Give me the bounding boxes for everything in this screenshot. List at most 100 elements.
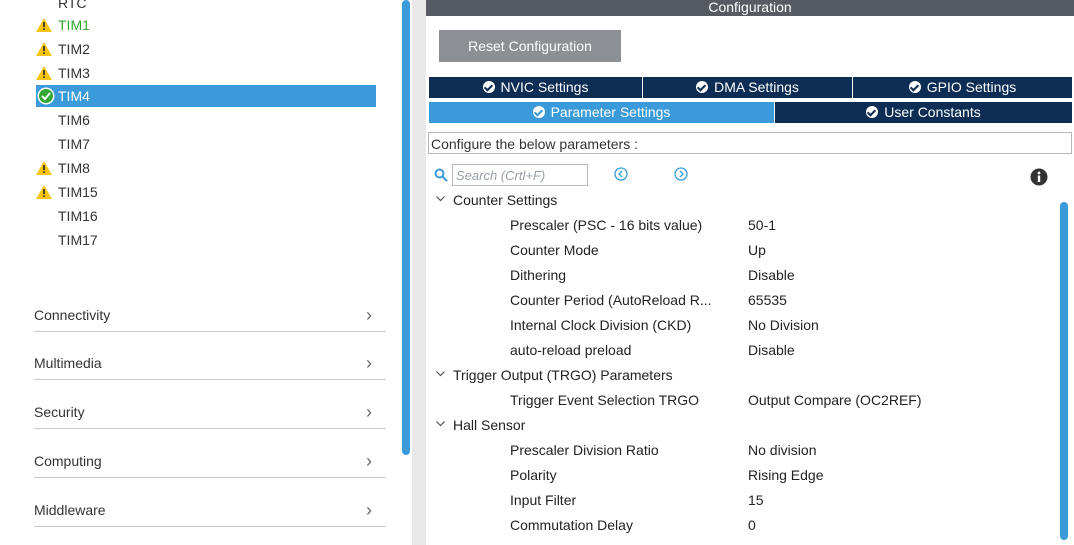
group-title: Trigger Output (TRGO) Parameters (453, 367, 673, 383)
check-circle-icon (908, 81, 921, 93)
check-circle-icon (532, 106, 545, 118)
param-value: 15 (748, 492, 764, 508)
category-multimedia[interactable]: Multimedia › (34, 351, 386, 380)
chevron-right-icon: › (366, 451, 372, 471)
next-result-icon[interactable] (674, 167, 688, 181)
tab-dma-settings[interactable]: DMA Settings (643, 77, 853, 98)
search-icon[interactable] (434, 168, 448, 182)
tab-label: Parameter Settings (550, 104, 671, 120)
param-value: Disable (748, 267, 795, 283)
param-name: Commutation Delay (510, 517, 633, 533)
category-label: Middleware (34, 502, 106, 518)
chevron-right-icon: › (366, 500, 372, 520)
category-label: Security (34, 404, 85, 420)
tab-label: User Constants (884, 104, 981, 120)
tab-nvic-settings[interactable]: NVIC Settings (429, 77, 643, 98)
warning-icon (36, 18, 52, 32)
category-label: Multimedia (34, 355, 102, 371)
param-name: Trigger Event Selection TRGO (510, 392, 700, 408)
tab-label: DMA Settings (714, 79, 799, 95)
param-name: Prescaler Division Ratio (510, 442, 659, 458)
tab-gpio-settings[interactable]: GPIO Settings (853, 77, 1072, 98)
tab-label: NVIC Settings (500, 79, 589, 95)
tab-parameter-settings[interactable]: Parameter Settings (429, 102, 775, 123)
tree-item-tim8[interactable]: TIM8 (36, 157, 376, 179)
param-name: auto-reload preload (510, 342, 632, 358)
param-value: Disable (748, 342, 795, 358)
group-hall-sensor[interactable]: Hall Sensor (436, 414, 525, 436)
chevron-down-icon (436, 371, 445, 377)
previous-result-icon[interactable] (614, 167, 628, 181)
param-value: Up (748, 242, 766, 258)
tree-item-label: TIM4 (58, 88, 90, 104)
tab-user-constants[interactable]: User Constants (775, 102, 1072, 123)
category-security[interactable]: Security › (34, 400, 386, 429)
tree-item-label: TIM2 (58, 41, 90, 57)
param-name: Counter Mode (510, 242, 599, 258)
param-value: 65535 (748, 292, 787, 308)
parameters-scrollbar[interactable] (1058, 198, 1070, 545)
warning-icon (36, 42, 52, 56)
chevron-down-icon (436, 196, 445, 202)
param-name: Polarity (510, 467, 557, 483)
tree-item-tim4[interactable]: TIM4 (36, 85, 376, 107)
check-circle-icon (37, 87, 55, 105)
left-panel: RTC TIM1 TIM2 TIM3 TIM4 TIM6 TIM7 TIM8 T… (0, 0, 402, 545)
param-name: Internal Clock Division (CKD) (510, 317, 692, 333)
param-value: Rising Edge (748, 467, 824, 483)
tree-item-label: TIM15 (58, 184, 98, 200)
category-connectivity[interactable]: Connectivity › (34, 303, 386, 332)
param-value: 50-1 (748, 217, 777, 233)
reset-configuration-button[interactable]: Reset Configuration (439, 30, 621, 62)
param-value: No division (748, 442, 817, 458)
tab-label: GPIO Settings (926, 79, 1017, 95)
chevron-down-icon (436, 421, 445, 427)
panel-divider[interactable] (412, 0, 426, 545)
param-value: Output Compare (OC2REF) (748, 392, 922, 408)
category-middleware[interactable]: Middleware › (34, 498, 386, 527)
tree-item-label: TIM1 (58, 17, 90, 33)
group-title: Hall Sensor (453, 417, 526, 433)
tree-item-tim3[interactable]: TIM3 (36, 62, 376, 84)
scrollbar-thumb[interactable] (1060, 202, 1068, 540)
tree-item-tim7[interactable]: TIM7 (36, 133, 376, 155)
category-computing[interactable]: Computing › (34, 449, 386, 478)
tree-item-tim1[interactable]: TIM1 (36, 14, 376, 36)
param-name: Dithering (510, 267, 567, 283)
param-name: Input Filter (510, 492, 577, 508)
configuration-panel: Configuration Reset Configuration NVIC S… (426, 0, 1074, 545)
tree-item-label: TIM8 (58, 160, 90, 176)
parameters-description: Configure the below parameters : (428, 132, 1072, 154)
warning-icon (36, 66, 52, 80)
param-name: Counter Period (AutoReload R... (510, 292, 712, 308)
tree-item-label: RTC (58, 0, 87, 11)
scrollbar-thumb[interactable] (402, 0, 410, 455)
left-scrollbar[interactable] (400, 0, 412, 545)
param-value: 0 (748, 517, 756, 533)
tree-item-label: TIM16 (58, 208, 98, 224)
chevron-right-icon: › (366, 305, 372, 325)
tree-item-tim15[interactable]: TIM15 (36, 181, 376, 203)
tree-item-tim16[interactable]: TIM16 (36, 205, 376, 227)
search-input[interactable] (452, 164, 588, 186)
check-circle-icon (696, 81, 709, 93)
warning-icon (36, 185, 52, 199)
info-icon[interactable] (1030, 168, 1048, 186)
category-label: Computing (34, 453, 102, 469)
chevron-right-icon: › (366, 402, 372, 422)
param-value: No Division (748, 317, 819, 333)
tree-item-rtc[interactable]: RTC (36, 0, 376, 14)
group-trigger-output[interactable]: Trigger Output (TRGO) Parameters (436, 364, 673, 386)
chevron-right-icon: › (366, 353, 372, 373)
tree-item-tim17[interactable]: TIM17 (36, 229, 376, 251)
group-title: Counter Settings (453, 192, 558, 208)
tree-item-label: TIM17 (58, 232, 98, 248)
category-label: Connectivity (34, 307, 111, 323)
warning-icon (36, 161, 52, 175)
tree-item-tim6[interactable]: TIM6 (36, 109, 376, 131)
group-counter-settings[interactable]: Counter Settings (436, 189, 557, 211)
tree-item-tim2[interactable]: TIM2 (36, 38, 376, 60)
param-name: Prescaler (PSC - 16 bits value) (510, 217, 703, 233)
check-circle-icon (482, 81, 495, 93)
configuration-header: Configuration (426, 0, 1074, 16)
